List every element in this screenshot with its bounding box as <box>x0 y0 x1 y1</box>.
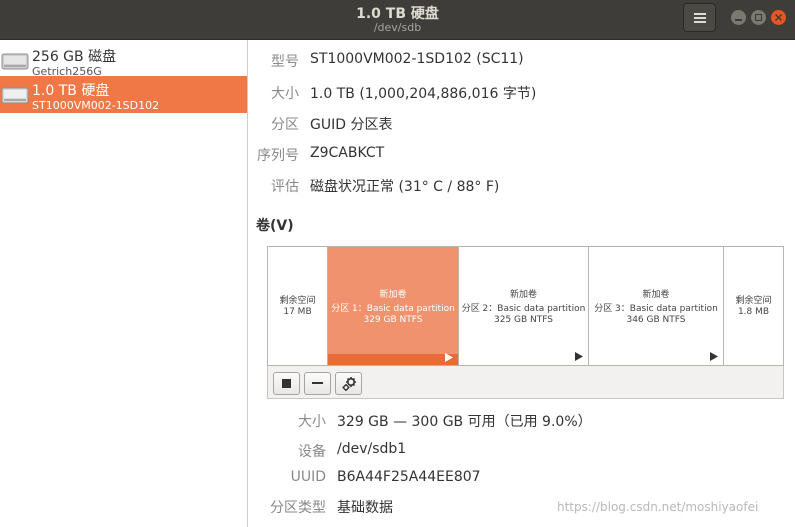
selection-stripe <box>328 354 458 365</box>
play-triangle-icon <box>445 353 453 362</box>
model-value: ST1000VM002-1SD102 (SC11) <box>310 51 524 67</box>
volume-toolbar <box>267 366 784 399</box>
uuid-label: UUID <box>290 469 326 485</box>
window-title: 1.0 TB 硬盘 <box>356 6 439 22</box>
volume-title: 新加卷 <box>509 290 537 300</box>
serial-value: Z9CABKCT <box>310 145 385 161</box>
play-triangle-icon <box>575 352 583 361</box>
volume-size: 17 MB <box>283 307 312 317</box>
device-value: /dev/sdb1 <box>337 441 407 457</box>
size-label: 大小 <box>271 86 299 102</box>
hard-disk-icon <box>1 87 29 104</box>
volume-size: 325 GB NTFS <box>493 315 553 325</box>
volume-free-space-start[interactable]: 剩余空间 17 MB <box>268 247 328 365</box>
uuid-value: B6A44F25A44EE807 <box>337 469 481 485</box>
close-icon <box>775 14 782 21</box>
hamburger-icon <box>693 12 706 23</box>
volume-partition-2[interactable]: 新加卷 分区 2：Basic data partition 325 GB NTF… <box>459 247 589 365</box>
maximize-icon <box>755 14 762 21</box>
watermark: https://blog.csdn.net/moshiyaofei <box>557 500 759 514</box>
serial-label: 序列号 <box>257 148 299 164</box>
minimize-icon <box>735 19 742 21</box>
partitioning-label: 分区 <box>271 117 299 133</box>
volume-description: 分区 3：Basic data partition <box>594 304 718 314</box>
volume-title: 剩余空间 <box>279 296 316 306</box>
drive-name: 1.0 TB 硬盘 <box>32 83 110 99</box>
assessment-label: 评估 <box>271 179 299 195</box>
close-button[interactable] <box>771 10 786 25</box>
title-bar: 1.0 TB 硬盘 /dev/sdb <box>0 0 795 40</box>
maximize-button[interactable] <box>751 10 766 25</box>
drive-model: ST1000VM002-1SD102 <box>32 99 160 112</box>
size-value: 1.0 TB (1,000,204,886,016 字节) <box>310 86 537 102</box>
partition-type-value: 基础数据 <box>337 500 393 516</box>
partition-size-value: 329 GB — 300 GB 可用（已用 9.0%） <box>337 414 592 430</box>
hamburger-menu-button[interactable] <box>683 3 716 32</box>
drive-name: 256 GB 磁盘 <box>32 49 117 65</box>
volume-title: 新加卷 <box>379 290 407 300</box>
drive-list-sidebar: 256 GB 磁盘 Getrich256G 1.0 TB 硬盘 ST1000VM… <box>0 40 248 527</box>
hard-disk-icon <box>1 53 29 70</box>
volume-partition-1[interactable]: 新加卷 分区 1：Basic data partition 329 GB NTF… <box>328 247 459 365</box>
device-label: 设备 <box>298 444 326 460</box>
partition-type-label: 分区类型 <box>270 500 326 516</box>
volume-description: 分区 1：Basic data partition <box>331 304 455 314</box>
minimize-button[interactable] <box>731 10 746 25</box>
model-label: 型号 <box>271 54 299 70</box>
volume-size: 1.8 MB <box>737 307 770 317</box>
volume-size: 329 GB NTFS <box>363 315 423 325</box>
assessment-value: 磁盘状况正常 (31° C / 88° F) <box>310 179 500 195</box>
partition-settings-button[interactable] <box>335 372 362 395</box>
volume-title: 新加卷 <box>642 290 670 300</box>
gears-icon <box>342 376 356 391</box>
stop-button[interactable] <box>273 372 300 395</box>
volume-partition-3[interactable]: 新加卷 分区 3：Basic data partition 346 GB NTF… <box>589 247 724 365</box>
volumes-heading: 卷(V) <box>256 218 294 234</box>
partition-size-label: 大小 <box>298 414 326 430</box>
drive-item-256gb[interactable]: 256 GB 磁盘 Getrich256G <box>0 42 247 79</box>
volume-title: 剩余空间 <box>735 296 772 306</box>
volume-free-space-end[interactable]: 剩余空间 1.8 MB <box>724 247 783 365</box>
partitioning-value: GUID 分区表 <box>310 117 393 133</box>
volume-description: 分区 2：Basic data partition <box>461 304 586 314</box>
drive-item-1tb[interactable]: 1.0 TB 硬盘 ST1000VM002-1SD102 <box>0 76 247 113</box>
volume-bar: 剩余空间 17 MB 新加卷 分区 1：Basic data partition… <box>267 246 784 366</box>
stop-icon <box>282 379 291 388</box>
volume-size: 346 GB NTFS <box>626 315 686 325</box>
minus-icon <box>312 382 323 384</box>
delete-partition-button[interactable] <box>304 372 331 395</box>
window-subtitle: /dev/sdb <box>373 21 422 34</box>
play-triangle-icon <box>710 352 718 361</box>
